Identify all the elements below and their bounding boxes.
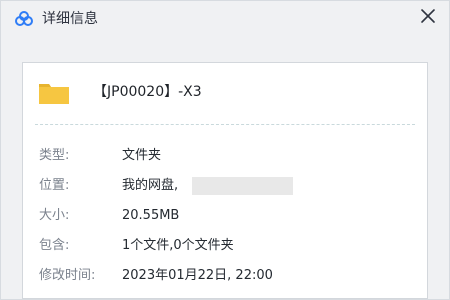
app-logo-icon — [15, 11, 33, 26]
detail-row-contains: 包含: 1个文件,0个文件夹 — [39, 237, 409, 255]
detail-row-type: 类型: 文件夹 — [39, 147, 409, 165]
detail-row-location: 位置: 我的网盘, — [39, 177, 409, 195]
redacted-path — [192, 177, 293, 195]
folder-icon — [39, 84, 69, 104]
dashed-divider — [35, 124, 415, 125]
location-label: 位置: — [39, 178, 70, 193]
detail-row-size: 大小: 20.55MB — [39, 207, 409, 225]
type-value: 文件夹 — [122, 148, 162, 163]
size-label: 大小: — [39, 208, 70, 223]
dialog-title: 详细信息 — [42, 11, 98, 27]
file-name: 【JP00020】-X3 — [93, 84, 202, 100]
modified-time-label: 修改时间: — [39, 268, 96, 283]
detail-row-modified-time: 修改时间: 2023年01月22日, 22:00 — [39, 267, 409, 285]
contains-value: 1个文件,0个文件夹 — [122, 238, 234, 253]
file-details-dialog: 详细信息 【JP00020】-X3 类型: 文件夹 位置: 我的网盘, 大小: … — [0, 0, 450, 300]
close-icon[interactable] — [418, 6, 438, 26]
size-value: 20.55MB — [122, 208, 180, 223]
dialog-titlebar: 详细信息 — [1, 1, 449, 37]
type-label: 类型: — [39, 148, 70, 163]
details-panel: 【JP00020】-X3 类型: 文件夹 位置: 我的网盘, 大小: 20.55… — [22, 62, 428, 299]
contains-label: 包含: — [39, 238, 70, 253]
modified-time-value: 2023年01月22日, 22:00 — [122, 268, 273, 283]
location-value: 我的网盘, — [122, 178, 179, 193]
